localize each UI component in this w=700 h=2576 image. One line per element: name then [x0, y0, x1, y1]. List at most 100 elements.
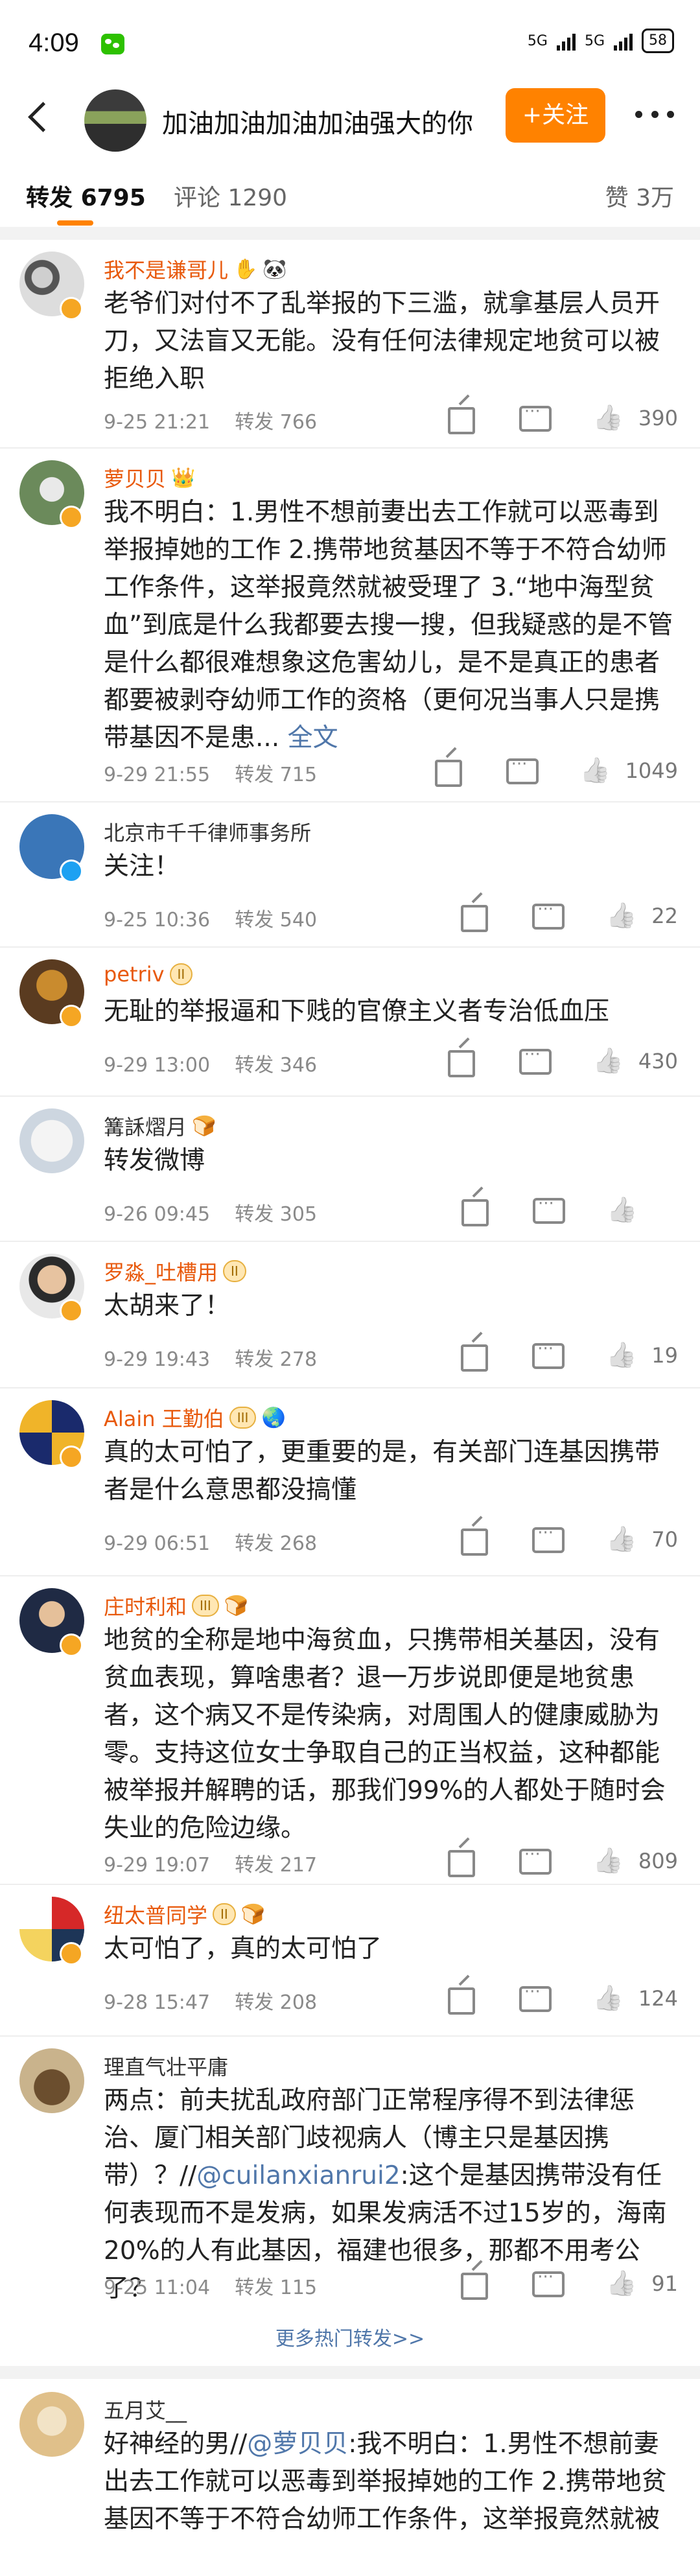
level-badge: II: [223, 1260, 246, 1282]
share-icon[interactable]: [443, 1045, 483, 1077]
like-count: 124: [638, 1986, 678, 2011]
avatar[interactable]: [19, 2392, 84, 2457]
repost-count: 转发 115: [235, 2277, 318, 2299]
repost-count: 转发 268: [235, 1532, 318, 1555]
user-name[interactable]: 萝贝贝 👑: [104, 463, 195, 493]
repost-text: 关注！: [104, 852, 180, 881]
repost-meta: 9-25 10:36 转发 540: [104, 904, 317, 932]
comment-icon[interactable]: [530, 900, 570, 932]
like-icon[interactable]: [578, 755, 618, 787]
comment-icon[interactable]: [517, 1982, 557, 2015]
back-arrow-icon[interactable]: [23, 99, 62, 137]
share-icon[interactable]: [443, 1845, 483, 1877]
user-name[interactable]: 我不是谦哥儿 ✋ 🐼: [104, 254, 287, 284]
timestamp: 9-26 09:45: [104, 1203, 211, 1226]
repost-count: 转发 766: [235, 411, 318, 434]
repost-text: 真的太可怕了，更重要的是，有关部门连基因携带者是什么意思都没搞懂: [104, 1438, 660, 1505]
more-icon[interactable]: [635, 101, 674, 127]
status-time: 4:09: [29, 29, 79, 57]
battery-indicator: 58: [642, 29, 674, 53]
avatar[interactable]: [19, 1108, 84, 1173]
action-row: 390: [409, 402, 678, 434]
repost-count: 转发 346: [235, 1054, 318, 1077]
repost-item: 北京市千千律师事务所 关注！ 9-25 10:36 转发 540 22: [0, 808, 700, 950]
like-icon[interactable]: [590, 1845, 631, 1877]
like-icon[interactable]: [604, 1194, 644, 1226]
repost-text: 太可怕了，真的太可怕了: [104, 1934, 382, 1963]
like-count: 91: [651, 2271, 678, 2296]
tab-comments-count: 1290: [228, 185, 288, 211]
like-icon[interactable]: [603, 2267, 644, 2300]
share-icon[interactable]: [456, 1194, 496, 1226]
section-divider: [0, 227, 700, 240]
status-right: 5G 5G 58: [528, 29, 674, 53]
action-row: 1049: [396, 755, 678, 787]
user-name[interactable]: 理直气壮平庸: [104, 2051, 228, 2081]
full-text-link[interactable]: 全文: [288, 723, 338, 753]
tab-reposts[interactable]: 转发 6795: [26, 179, 146, 213]
user-name[interactable]: petriv II: [104, 962, 193, 987]
author-avatar[interactable]: [84, 89, 146, 152]
like-count: 390: [638, 406, 678, 430]
comment-icon[interactable]: [504, 755, 544, 787]
network-label-2: 5G: [584, 32, 605, 49]
level-badge: II: [169, 963, 193, 985]
user-name[interactable]: 纽太普同学 II 🍞: [104, 1899, 265, 1929]
like-icon[interactable]: [590, 402, 631, 434]
tab-likes[interactable]: 赞 3万: [605, 179, 674, 213]
follow-button[interactable]: +关注: [506, 88, 605, 143]
user-mention-link[interactable]: @cuilanxianrui2: [196, 2161, 400, 2190]
like-icon[interactable]: [603, 1523, 644, 1556]
share-icon[interactable]: [443, 1982, 483, 2015]
comment-icon[interactable]: [517, 1045, 557, 1077]
share-icon[interactable]: [443, 402, 483, 434]
user-name[interactable]: 北京市千千律师事务所: [104, 817, 311, 847]
like-icon[interactable]: [590, 1982, 631, 2015]
like-icon[interactable]: [603, 900, 644, 932]
divider: [0, 1095, 700, 1097]
user-mention-link[interactable]: @萝贝贝: [247, 2430, 348, 2459]
avatar[interactable]: [19, 2048, 84, 2113]
comment-icon[interactable]: [517, 1845, 557, 1877]
comment-icon[interactable]: [530, 1339, 570, 1372]
comment-icon[interactable]: [530, 1523, 570, 1556]
repost-item: 纽太普同学 II 🍞 太可怕了，真的太可怕了 9-28 15:47 转发 208…: [0, 1890, 700, 2033]
repost-count: 转发 217: [235, 1854, 318, 1877]
divider: [0, 1575, 700, 1576]
share-icon[interactable]: [456, 1339, 496, 1372]
page-title[interactable]: 加油加油加油加油强大的你: [162, 102, 473, 140]
repost-meta: 9-29 13:00 转发 346: [104, 1049, 317, 1077]
timestamp: 9-29 06:51: [104, 1532, 211, 1555]
user-name[interactable]: 庄时利和 III 🍞: [104, 1591, 248, 1621]
user-name[interactable]: 篝訸熠月 🍞: [104, 1111, 216, 1141]
more-hot-reposts-link[interactable]: 更多热门转发>>: [0, 2317, 700, 2362]
comment-icon[interactable]: [530, 2267, 570, 2300]
divider: [0, 447, 700, 449]
badge-icon: 🍞: [224, 1594, 249, 1617]
user-name[interactable]: 五月艾__: [104, 2395, 187, 2424]
comment-icon[interactable]: [530, 1194, 570, 1226]
like-icon[interactable]: [603, 1339, 644, 1372]
comment-icon[interactable]: [517, 402, 557, 434]
repost-item: Alain 王勤伯 III 🌏 真的太可怕了，更重要的是，有关部门连基因携带者是…: [0, 1394, 700, 1575]
repost-meta: 9-28 15:47 转发 208: [104, 1986, 317, 2015]
share-icon[interactable]: [456, 1523, 496, 1556]
divider: [0, 2035, 700, 2037]
repost-meta: 9-29 19:43 转发 278: [104, 1343, 317, 1372]
like-count: 809: [638, 1849, 678, 1873]
user-name[interactable]: Alain 王勤伯 III 🌏: [104, 1403, 286, 1433]
like-count: 430: [638, 1049, 678, 1073]
action-row: 22: [422, 900, 678, 932]
share-icon[interactable]: [430, 755, 470, 787]
level-badge: III: [192, 1595, 219, 1617]
tab-comments[interactable]: 评论 1290: [174, 179, 287, 213]
repost-item: 庄时利和 III 🍞 地贫的全称是地中海贫血，只携带相关基因，没有贫血表现，算啥…: [0, 1582, 700, 1886]
tab-bar: 转发 6795 评论 1290 赞 3万: [0, 156, 700, 227]
share-icon[interactable]: [456, 900, 496, 932]
share-icon[interactable]: [456, 2267, 496, 2300]
user-name-text: 罗淼_吐槽用: [104, 1260, 218, 1285]
user-name[interactable]: 罗淼_吐槽用 II: [104, 1256, 246, 1286]
status-bar: 4:09 5G 5G 58: [0, 0, 700, 91]
repost-meta: 9-25 21:21 转发 766: [104, 406, 317, 434]
like-icon[interactable]: [590, 1045, 631, 1077]
